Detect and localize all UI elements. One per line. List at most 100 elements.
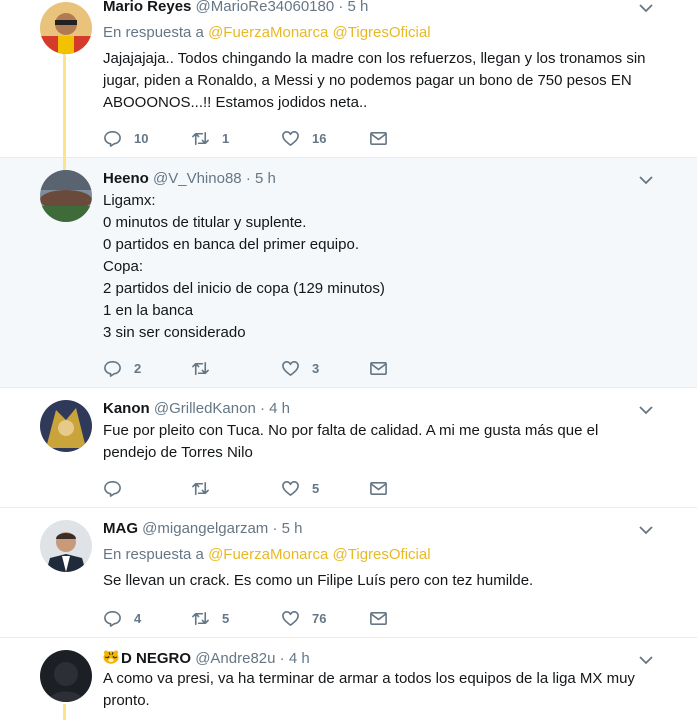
timestamp[interactable]: 4 h	[269, 400, 290, 417]
tweet-line: Fue por pleito con Tuca. No por falta de…	[103, 422, 599, 439]
tweet-line: 1 en la banca	[103, 302, 194, 319]
chevron-down-icon[interactable]	[638, 652, 654, 668]
retweet-button[interactable]	[191, 477, 222, 499]
like-button[interactable]: 16	[281, 127, 326, 149]
mention-link[interactable]: @TigresOficial	[333, 546, 431, 563]
reply-count: 10	[134, 130, 149, 146]
user-handle[interactable]: @GrilledKanon	[154, 400, 256, 417]
like-count: 76	[312, 610, 327, 626]
mention-link[interactable]: @FuerzaMonarca	[208, 546, 328, 563]
reply-count: 2	[134, 360, 142, 376]
display-name[interactable]: Mario Reyes	[103, 0, 191, 15]
tweet-line: A como va presi, va ha terminar de armar…	[103, 670, 635, 687]
avatar[interactable]	[40, 2, 92, 54]
retweet-icon	[192, 611, 209, 625]
display-name[interactable]: D NEGRO	[121, 650, 191, 667]
like-count: 3	[312, 360, 320, 376]
thread-line	[63, 50, 66, 158]
reply-icon	[104, 480, 121, 497]
tweet-text: Jajajajaja.. Todos chingando la madre co…	[103, 48, 646, 114]
mention-link[interactable]: @FuerzaMonarca	[208, 24, 328, 41]
dm-button[interactable]	[369, 477, 388, 499]
timestamp[interactable]: 4 h	[289, 650, 310, 667]
user-handle[interactable]: @V_Vhino88	[153, 170, 242, 187]
display-name[interactable]: MAG	[103, 520, 138, 537]
retweet-count: 5	[222, 610, 230, 626]
tweet-line: jugar, piden a Ronaldo, a Messi y no pod…	[103, 72, 632, 89]
tweet-text: Ligamx: 0 minutos de titular y suplente.…	[103, 190, 643, 344]
chevron-down-icon[interactable]	[638, 402, 654, 418]
tweet-actions: 10 1 16	[103, 127, 403, 149]
reply-prefix: En respuesta a	[103, 24, 204, 41]
tweet-text: Se llevan un crack. Es como un Filipe Lu…	[103, 570, 643, 592]
reply-context: En respuesta a @FuerzaMonarca @TigresOfi…	[103, 546, 431, 563]
retweet-icon	[192, 361, 209, 375]
display-name[interactable]: Kanon	[103, 400, 150, 417]
reply-button[interactable]: 2	[103, 357, 141, 379]
dm-button[interactable]	[369, 357, 388, 379]
like-button[interactable]: 76	[281, 607, 326, 629]
retweet-icon	[192, 131, 209, 145]
tweet-line: Jajajajaja.. Todos chingando la madre co…	[103, 50, 646, 67]
tweet-line: 2 partidos del inicio de copa (129 minut…	[103, 280, 385, 297]
chevron-down-icon[interactable]	[638, 522, 654, 538]
tweet-line: 0 partidos en banca del primer equipo.	[103, 236, 359, 253]
reply-context: En respuesta a @FuerzaMonarca @TigresOfi…	[103, 24, 431, 41]
tweet-text: Fue por pleito con Tuca. No por falta de…	[103, 420, 643, 464]
tweet-actions: 2 3	[103, 357, 403, 379]
tweet-actions: 4 5 76	[103, 607, 403, 629]
dm-button[interactable]	[369, 127, 388, 149]
dm-icon	[370, 131, 387, 145]
user-handle[interactable]: @migangelgarzam	[142, 520, 268, 537]
tweet-heeno[interactable]: Heeno @V_Vhino88 · 5 h Ligamx: 0 minutos…	[0, 158, 697, 388]
separator-dot: ·	[279, 650, 285, 667]
separator-dot: ·	[272, 520, 278, 537]
tweet-kanon[interactable]: Kanon @GrilledKanon · 4 h Fue por pleito…	[0, 388, 697, 508]
reply-count: 4	[134, 610, 142, 626]
tweet-header: Heeno @V_Vhino88 · 5 h	[103, 170, 276, 187]
separator-dot: ·	[259, 400, 265, 417]
reply-button[interactable]: 4	[103, 607, 141, 629]
tweet-mario-reyes[interactable]: Mario Reyes @MarioRe34060180 · 5 h En re…	[0, 0, 697, 158]
mention-link[interactable]: @TigresOficial	[333, 24, 431, 41]
avatar[interactable]	[40, 650, 92, 702]
tweet-header: MAG @migangelgarzam · 5 h	[103, 520, 303, 537]
retweet-button[interactable]: 1	[191, 127, 229, 149]
thread-line	[63, 704, 66, 720]
user-handle[interactable]: @Andre82u	[195, 650, 275, 667]
timestamp[interactable]: 5 h	[255, 170, 276, 187]
tweet-header: Kanon @GrilledKanon · 4 h	[103, 400, 290, 417]
display-name[interactable]: Heeno	[103, 170, 149, 187]
timestamp[interactable]: 5 h	[348, 0, 369, 15]
dm-button[interactable]	[369, 607, 388, 629]
tweet-actions: 5	[103, 477, 403, 499]
tweet-mag[interactable]: MAG @migangelgarzam · 5 h En respuesta a…	[0, 508, 697, 638]
avatar[interactable]	[40, 170, 92, 222]
thread-line	[63, 158, 66, 170]
tweet-line: pronto.	[103, 692, 150, 709]
avatar[interactable]	[40, 400, 92, 452]
tweet-line: Ligamx:	[103, 192, 156, 209]
tweet-d-negro[interactable]: D NEGRO @Andre82u · 4 h A como va presi,…	[0, 638, 697, 720]
like-icon	[282, 130, 299, 146]
chevron-down-icon[interactable]	[638, 172, 654, 188]
chevron-down-icon[interactable]	[638, 0, 654, 16]
reply-prefix: En respuesta a	[103, 546, 204, 563]
reply-button[interactable]	[103, 477, 134, 499]
retweet-button[interactable]	[191, 357, 222, 379]
tweet-header: Mario Reyes @MarioRe34060180 · 5 h	[103, 0, 368, 15]
tweet-line: Se llevan un crack. Es como un Filipe Lu…	[103, 572, 534, 589]
like-icon	[282, 360, 299, 376]
reply-icon	[104, 130, 121, 147]
tweet-line: ABOOONOS...!! Estamos jodidos neta..	[103, 94, 368, 111]
avatar[interactable]	[40, 520, 92, 572]
reply-button[interactable]: 10	[103, 127, 148, 149]
user-handle[interactable]: @MarioRe34060180	[196, 0, 335, 15]
separator-dot: ·	[245, 170, 251, 187]
retweet-button[interactable]: 5	[191, 607, 229, 629]
tweet-line: Copa:	[103, 258, 144, 275]
timestamp[interactable]: 5 h	[282, 520, 303, 537]
reply-icon	[104, 610, 121, 627]
like-button[interactable]: 5	[281, 477, 319, 499]
like-button[interactable]: 3	[281, 357, 319, 379]
